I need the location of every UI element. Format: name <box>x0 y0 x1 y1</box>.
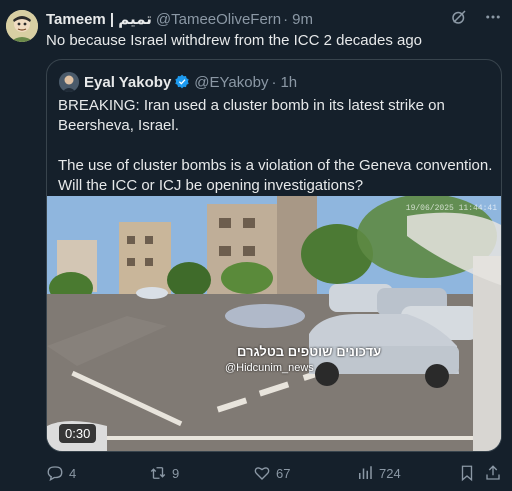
reply-icon <box>47 466 63 482</box>
header-actions <box>450 8 502 26</box>
video-player[interactable]: 19/06/2025 11:44:41 עדכונים שוטפים בטלגר… <box>47 196 501 451</box>
tweet-actions: 4 9 67 724 <box>46 462 502 484</box>
tweet-time[interactable]: 9m <box>292 11 313 28</box>
share-button[interactable] <box>484 464 502 482</box>
like-icon <box>254 467 270 480</box>
quote-author-avatar[interactable] <box>59 72 79 92</box>
quote-author-handle[interactable]: @EYakoby <box>194 74 268 91</box>
author-handle[interactable]: @TameeOliveFern <box>156 11 281 28</box>
views-icon <box>359 466 372 479</box>
video-overlay-text: עדכונים שוטפים בטלגרם <box>237 344 382 359</box>
quote-separator: · <box>271 73 277 91</box>
reply-count: 4 <box>69 465 77 481</box>
author-name[interactable]: Tameem | تميم <box>46 10 152 28</box>
bookmark-icon <box>461 465 473 482</box>
tweet-header: Tameem | تميم @TameeOliveFern · 9m <box>46 9 502 29</box>
author-avatar[interactable] <box>6 10 38 42</box>
grok-icon[interactable] <box>450 8 468 26</box>
views-count: 724 <box>379 465 401 481</box>
repost-icon <box>150 467 166 479</box>
verified-badge-icon <box>175 74 189 89</box>
share-icon <box>486 465 500 480</box>
like-count: 67 <box>276 465 291 481</box>
bookmark-button[interactable] <box>458 464 476 482</box>
like-button[interactable]: 67 <box>253 464 290 482</box>
views-button[interactable]: 724 <box>356 464 401 482</box>
video-overlay-handle: @Hidcunim_news <box>225 362 314 374</box>
quote-author-name[interactable]: Eyal Yakoby <box>84 74 171 91</box>
reply-button[interactable]: 4 <box>46 464 76 482</box>
video-frame <box>47 196 501 451</box>
camera-timestamp: 19/06/2025 11:44:41 <box>405 204 497 213</box>
quote-text: BREAKING: Iran used a cluster bomb in it… <box>58 97 493 194</box>
video-duration-badge: 0:30 <box>59 424 97 443</box>
repost-button[interactable]: 9 <box>149 464 179 482</box>
quoted-tweet[interactable]: Eyal Yakoby @EYakoby · 1h BREAKING: Iran… <box>46 59 502 452</box>
quote-header: Eyal Yakoby @EYakoby · 1h <box>84 72 297 92</box>
repost-count: 9 <box>172 465 180 481</box>
more-icon[interactable] <box>484 8 502 26</box>
tweet-text: No because Israel withdrew from the ICC … <box>46 32 423 49</box>
separator: · <box>283 10 289 28</box>
quote-time[interactable]: 1h <box>280 74 297 91</box>
